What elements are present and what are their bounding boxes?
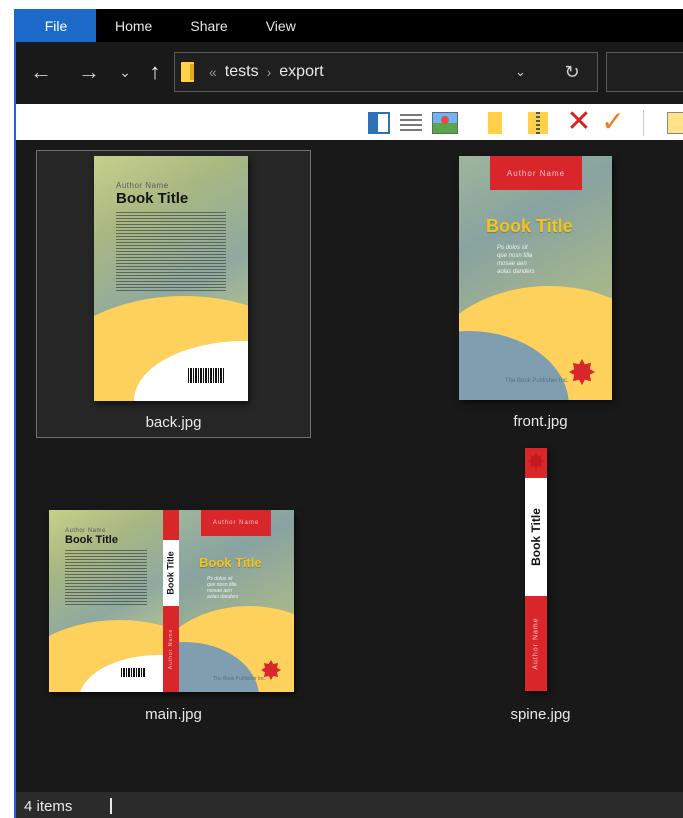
item-count: 4 items bbox=[24, 798, 73, 815]
details-view-icon[interactable] bbox=[400, 112, 422, 134]
thumbnail: Author Name Book Title Book Title Author… bbox=[49, 510, 294, 692]
window-top-edge bbox=[0, 0, 683, 9]
breadcrumb-item-export[interactable]: export bbox=[279, 63, 323, 81]
tab-file[interactable]: File bbox=[16, 9, 96, 42]
barcode bbox=[186, 366, 226, 388]
tab-share[interactable]: Share bbox=[171, 9, 246, 42]
recent-locations-button[interactable]: ⌄ bbox=[110, 56, 140, 88]
spine-title: Book Title bbox=[529, 508, 544, 566]
publisher: The Book Publisher Inc. bbox=[505, 378, 569, 384]
breadcrumb-overflow[interactable]: « bbox=[209, 64, 217, 80]
blurb: Ps dolos sit que nosn tilla mosae aen ao… bbox=[207, 576, 239, 600]
book-title: Book Title bbox=[65, 534, 118, 546]
file-item-back[interactable]: Author Name Book Title back.jpg bbox=[36, 150, 311, 438]
book-title: Book Title bbox=[486, 216, 573, 236]
preview-pane-icon[interactable] bbox=[368, 112, 390, 134]
chevron-down-icon: ⌄ bbox=[515, 64, 526, 79]
picture-icon[interactable] bbox=[432, 112, 458, 134]
folder-icon[interactable] bbox=[488, 112, 502, 134]
file-view: Author Name Book Title back.jpg Author N… bbox=[16, 140, 683, 792]
delete-icon[interactable]: ✕ bbox=[564, 107, 594, 137]
file-name: spine.jpg bbox=[510, 706, 571, 723]
address-history-button[interactable]: ⌄ bbox=[515, 53, 526, 91]
publisher: The Book Publisher Inc. bbox=[213, 676, 267, 682]
tab-view[interactable]: View bbox=[247, 9, 315, 42]
author-name: Author Name bbox=[116, 181, 169, 190]
blurb: Ps dolos sit que nosn tilla mosae aen ao… bbox=[497, 245, 535, 275]
starburst-icon bbox=[528, 453, 544, 469]
thumbnail: Author Name Book Title bbox=[94, 156, 248, 401]
properties-icon[interactable] bbox=[667, 112, 683, 134]
breadcrumb: « tests › export bbox=[209, 53, 324, 91]
status-bar: 4 items bbox=[16, 792, 683, 818]
forward-button[interactable]: → bbox=[74, 56, 104, 88]
file-name: main.jpg bbox=[145, 706, 202, 723]
file-name: front.jpg bbox=[513, 413, 568, 430]
address-bar[interactable]: « tests › export ⌄ ↻ bbox=[174, 52, 598, 92]
body-text bbox=[116, 212, 226, 292]
arrow-right-icon: → bbox=[78, 59, 100, 84]
status-separator bbox=[110, 798, 112, 814]
file-item-front[interactable]: Author Name Book Title Ps dolos sit que … bbox=[403, 150, 678, 438]
file-item-main[interactable]: Author Name Book Title Book Title Author… bbox=[36, 500, 311, 788]
spine-title: Book Title bbox=[166, 551, 176, 595]
file-item-spine[interactable]: Book Title Author Name spine.jpg bbox=[403, 440, 678, 728]
arrow-left-icon: ← bbox=[30, 59, 52, 84]
spine-author: Author Name bbox=[168, 628, 174, 670]
back-button[interactable]: ← bbox=[26, 56, 56, 88]
thumbnail: Author Name Book Title Ps dolos sit que … bbox=[459, 156, 612, 400]
author-band: Author Name bbox=[201, 510, 271, 536]
navigation-bar: ← → ⌄ ↑ « tests › export ⌄ ↻ bbox=[16, 42, 683, 104]
starburst-icon bbox=[261, 660, 281, 680]
chevron-down-icon: ⌄ bbox=[119, 63, 131, 80]
chevron-right-icon[interactable]: › bbox=[267, 64, 272, 80]
book-title: Book Title bbox=[199, 555, 262, 570]
thumbnail: Book Title Author Name bbox=[525, 448, 547, 691]
breadcrumb-item-tests[interactable]: tests bbox=[225, 63, 259, 81]
toolbar-divider bbox=[643, 110, 644, 136]
zip-folder-icon[interactable] bbox=[528, 112, 548, 134]
book-title: Book Title bbox=[116, 190, 189, 207]
ribbon-tabs: File Home Share View bbox=[16, 9, 683, 42]
spine-author: Author Name bbox=[532, 617, 540, 670]
barcode bbox=[119, 666, 147, 682]
refresh-button[interactable]: ↻ bbox=[557, 53, 587, 91]
tab-home[interactable]: Home bbox=[96, 9, 171, 42]
arrow-up-icon: ↑ bbox=[149, 59, 161, 84]
folder-icon bbox=[181, 62, 194, 82]
refresh-icon: ↻ bbox=[564, 61, 580, 82]
author-band: Author Name bbox=[490, 156, 582, 190]
search-input[interactable] bbox=[606, 52, 683, 92]
file-name: back.jpg bbox=[145, 414, 202, 431]
up-button[interactable]: ↑ bbox=[140, 56, 170, 88]
body-text bbox=[65, 550, 147, 606]
quick-toolbar: ✕ ✓ bbox=[16, 104, 683, 140]
checkmark-icon[interactable]: ✓ bbox=[598, 107, 628, 137]
